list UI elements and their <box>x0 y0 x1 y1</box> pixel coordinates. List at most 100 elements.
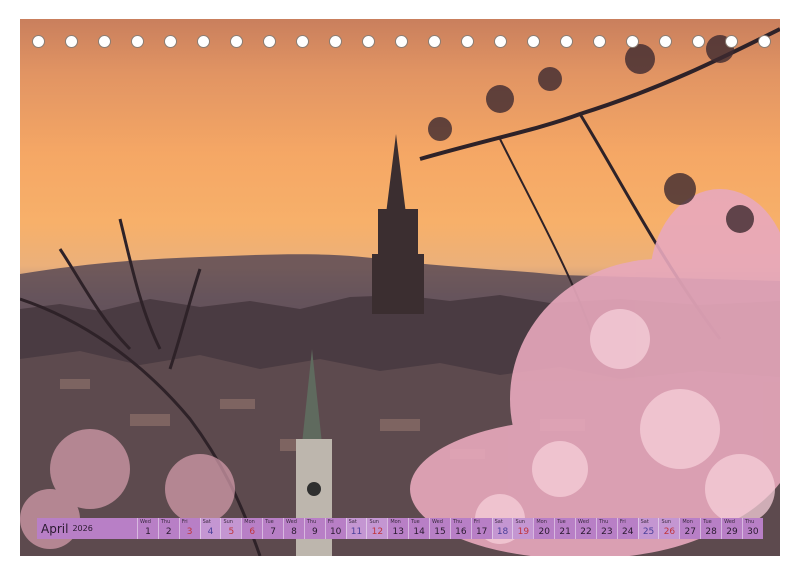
day-cells: Wed 1 Thu 2 Fri 3 Sat 4 Sun 5 Mon 6 Tue 7 Wed 8 Thu 9 Fri 1… <box>137 518 763 539</box>
weekday-label: Fri <box>181 519 188 525</box>
day-cell: Fri 3 <box>178 518 200 539</box>
binding-hole <box>65 35 78 48</box>
weekday-label: Wed <box>286 519 297 525</box>
day-cell: Mon 6 <box>241 518 262 539</box>
day-number: 10 <box>329 527 342 537</box>
day-cell: Mon 13 <box>387 518 408 539</box>
day-number: 6 <box>249 527 256 537</box>
day-number: 13 <box>392 527 404 537</box>
weekday-label: Sat <box>202 519 211 525</box>
day-number: 16 <box>455 527 467 537</box>
binding-hole <box>593 35 606 48</box>
binding-hole <box>362 35 375 48</box>
binding-hole <box>560 35 573 48</box>
day-number: 21 <box>559 527 571 537</box>
binding-hole <box>626 35 639 48</box>
day-cell: Fri 10 <box>324 518 346 539</box>
day-number: 23 <box>601 527 613 537</box>
day-number: 24 <box>621 527 634 537</box>
month-label: April 2026 <box>37 518 137 539</box>
binding-hole <box>197 35 210 48</box>
binding-hole <box>329 35 342 48</box>
weekday-label: Sat <box>494 519 503 525</box>
day-cell: Tue 14 <box>408 518 429 539</box>
day-number: 3 <box>186 527 193 537</box>
day-number: 7 <box>270 527 276 537</box>
day-number: 12 <box>371 527 384 537</box>
day-cell: Tue 28 <box>700 518 721 539</box>
day-cell: Wed 15 <box>429 518 450 539</box>
binding-hole <box>428 35 441 48</box>
day-cell: Sat 4 <box>199 518 221 539</box>
day-number: 29 <box>726 527 738 537</box>
day-number: 8 <box>291 527 297 537</box>
weekday-label: Tue <box>265 519 274 525</box>
day-number: 1 <box>145 527 151 537</box>
day-cell: Fri 17 <box>470 518 492 539</box>
calendar-strip: April 2026 Wed 1 Thu 2 Fri 3 Sat 4 Sun 5 Mon 6 Tue 7 W… <box>37 518 763 539</box>
weekday-label: Thu <box>452 519 463 525</box>
binding-hole <box>230 35 243 48</box>
day-cell: Sun 26 <box>658 518 680 539</box>
binding-hole <box>758 35 771 48</box>
day-number: 19 <box>517 527 530 537</box>
day-cell: Fri 24 <box>616 518 638 539</box>
binding-hole <box>98 35 111 48</box>
weekday-label: Mon <box>390 519 401 525</box>
weekday-label: Sat <box>348 519 357 525</box>
day-cell: Sat 11 <box>345 518 367 539</box>
weekday-label: Tue <box>411 519 420 525</box>
binding-holes <box>32 35 772 51</box>
weekday-label: Thu <box>306 519 317 525</box>
day-cell: Sat 25 <box>637 518 659 539</box>
cathedral-tower <box>372 134 424 314</box>
weekday-label: Sun <box>369 519 379 525</box>
day-number: 14 <box>413 527 425 537</box>
weekday-label: Wed <box>140 519 151 525</box>
weekday-label: Fri <box>473 519 480 525</box>
weekday-label: Sun <box>515 519 525 525</box>
day-cell: Sun 5 <box>220 518 242 539</box>
binding-hole <box>461 35 474 48</box>
weekday-label: Sun <box>223 519 233 525</box>
weekday-label: Mon <box>536 519 547 525</box>
day-number: 15 <box>434 527 446 537</box>
day-number: 4 <box>207 527 214 537</box>
day-number: 9 <box>311 527 318 537</box>
binding-hole <box>263 35 276 48</box>
month-name: April <box>41 521 69 536</box>
day-cell: Wed 29 <box>721 518 742 539</box>
weekday-label: Mon <box>244 519 255 525</box>
weekday-label: Fri <box>327 519 334 525</box>
month-year: 2026 <box>72 524 93 533</box>
day-cell: Tue 21 <box>554 518 575 539</box>
day-number: 25 <box>642 527 655 537</box>
weekday-label: Tue <box>557 519 566 525</box>
day-number: 18 <box>496 527 509 537</box>
day-cell: Wed 8 <box>283 518 304 539</box>
day-cell: Wed 1 <box>137 518 158 539</box>
day-cell: Tue 7 <box>262 518 283 539</box>
weekday-label: Thu <box>598 519 609 525</box>
day-number: 27 <box>684 527 696 537</box>
binding-hole <box>725 35 738 48</box>
weekday-label: Fri <box>619 519 626 525</box>
weekday-label: Thu <box>744 519 755 525</box>
day-number: 5 <box>228 527 235 537</box>
day-number: 26 <box>663 527 676 537</box>
binding-hole <box>494 35 507 48</box>
day-cell: Mon 27 <box>679 518 700 539</box>
day-cell: Mon 20 <box>533 518 554 539</box>
weekday-label: Sun <box>661 519 671 525</box>
binding-hole <box>659 35 672 48</box>
binding-hole <box>131 35 144 48</box>
day-number: 17 <box>475 527 488 537</box>
weekday-label: Wed <box>724 519 735 525</box>
day-number: 22 <box>580 527 592 537</box>
day-cell: Sun 19 <box>512 518 534 539</box>
day-cell: Sat 18 <box>491 518 513 539</box>
weekday-label: Mon <box>682 519 693 525</box>
weekday-label: Wed <box>578 519 589 525</box>
binding-hole <box>32 35 45 48</box>
weekday-label: Wed <box>432 519 443 525</box>
